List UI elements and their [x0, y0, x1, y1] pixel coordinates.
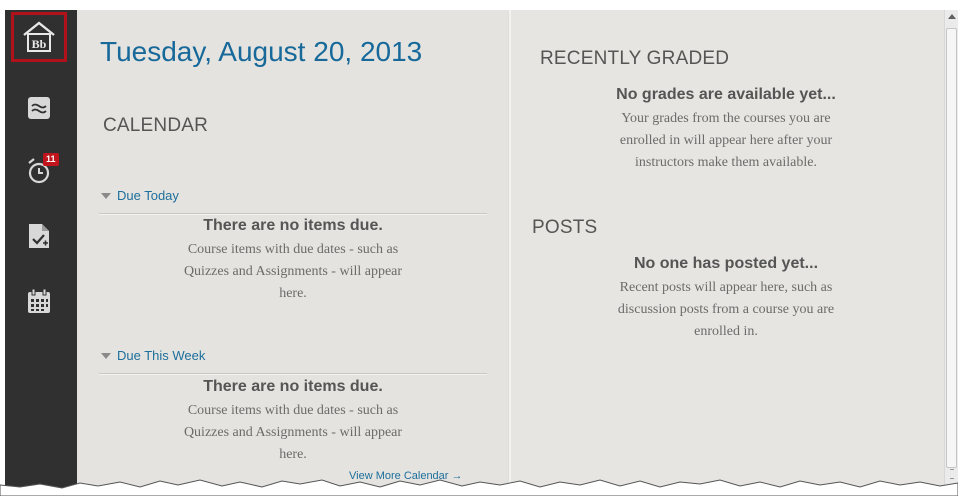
graded-document-icon	[29, 224, 49, 248]
scroll-thumb[interactable]	[946, 28, 957, 479]
app-window: Bb 11 Tuesday, August 20, 2013 CALENDAR …	[5, 10, 958, 490]
due-this-week-label: Due This Week	[117, 348, 206, 363]
recently-graded-heading: RECENTLY GRADED	[540, 48, 730, 69]
desc-line: Quizzes and Assignments - will appear	[183, 425, 403, 440]
empty-description: Your grades from the courses you are enr…	[521, 108, 931, 174]
home-logo-text: Bb	[32, 37, 47, 51]
desc-line: enrolled in will appear here after your	[619, 133, 833, 148]
bb-home-icon: Bb	[23, 21, 55, 52]
view-more-calendar-link[interactable]: View More Calendar →	[349, 470, 463, 482]
caret-down-icon	[101, 352, 111, 359]
due-today-label: Due Today	[117, 188, 179, 203]
divider	[99, 373, 487, 374]
sidebar-item-grades[interactable]	[23, 220, 55, 252]
desc-line: Course items with due dates - such as	[187, 403, 399, 418]
desc-line: discussion posts from a course you are	[617, 302, 835, 317]
calendar-heading: CALENDAR	[103, 115, 209, 136]
vertical-scrollbar[interactable]	[944, 10, 958, 490]
activity-panel: RECENTLY GRADED No grades are available …	[511, 10, 944, 490]
desc-line: Recent posts will appear here, such as	[619, 280, 833, 295]
empty-title: No one has posted yet...	[633, 255, 819, 272]
empty-title: No grades are available yet...	[616, 86, 836, 103]
due-this-week-toggle[interactable]: Due This Week	[101, 348, 205, 363]
desc-line: instructors make them available.	[635, 155, 817, 170]
empty-title: There are no items due.	[203, 378, 383, 395]
desc-line: Your grades from the courses you are	[621, 111, 831, 126]
sidebar-item-streams[interactable]	[23, 92, 55, 124]
empty-description: Recent posts will appear here, such as d…	[521, 277, 931, 343]
posts-empty: No one has posted yet... Recent posts wi…	[521, 255, 931, 343]
scroll-up-arrow-icon[interactable]	[948, 14, 956, 19]
page-title: Tuesday, August 20, 2013	[100, 36, 423, 67]
sidebar-item-calendar[interactable]	[23, 285, 55, 317]
recently-graded-empty: No grades are available yet... Your grad…	[521, 86, 931, 174]
posts-heading: POSTS	[532, 217, 598, 238]
waves-icon	[28, 97, 50, 119]
empty-description: Course items with due dates - such as Qu…	[99, 239, 487, 305]
empty-title: There are no items due.	[203, 217, 383, 234]
caret-down-icon	[101, 192, 111, 199]
due-today-toggle[interactable]: Due Today	[101, 188, 179, 203]
desc-line: here.	[279, 447, 307, 462]
desc-line: Quizzes and Assignments - will appear	[183, 264, 403, 279]
torn-edge-decoration	[0, 479, 958, 496]
sidebar: Bb 11	[5, 10, 77, 490]
desc-line: here.	[279, 286, 307, 301]
due-count-badge: 11	[43, 153, 59, 166]
sidebar-item-home[interactable]: Bb	[11, 12, 67, 62]
calendar-panel: Tuesday, August 20, 2013 CALENDAR Due To…	[77, 10, 509, 490]
divider	[99, 213, 487, 214]
empty-description: Course items with due dates - such as Qu…	[99, 400, 487, 466]
desc-line: enrolled in.	[694, 324, 758, 339]
due-today-empty: There are no items due. Course items wit…	[99, 217, 487, 305]
due-this-week-empty: There are no items due. Course items wit…	[99, 378, 487, 466]
desc-line: Course items with due dates - such as	[187, 242, 399, 257]
calendar-icon	[28, 289, 50, 313]
